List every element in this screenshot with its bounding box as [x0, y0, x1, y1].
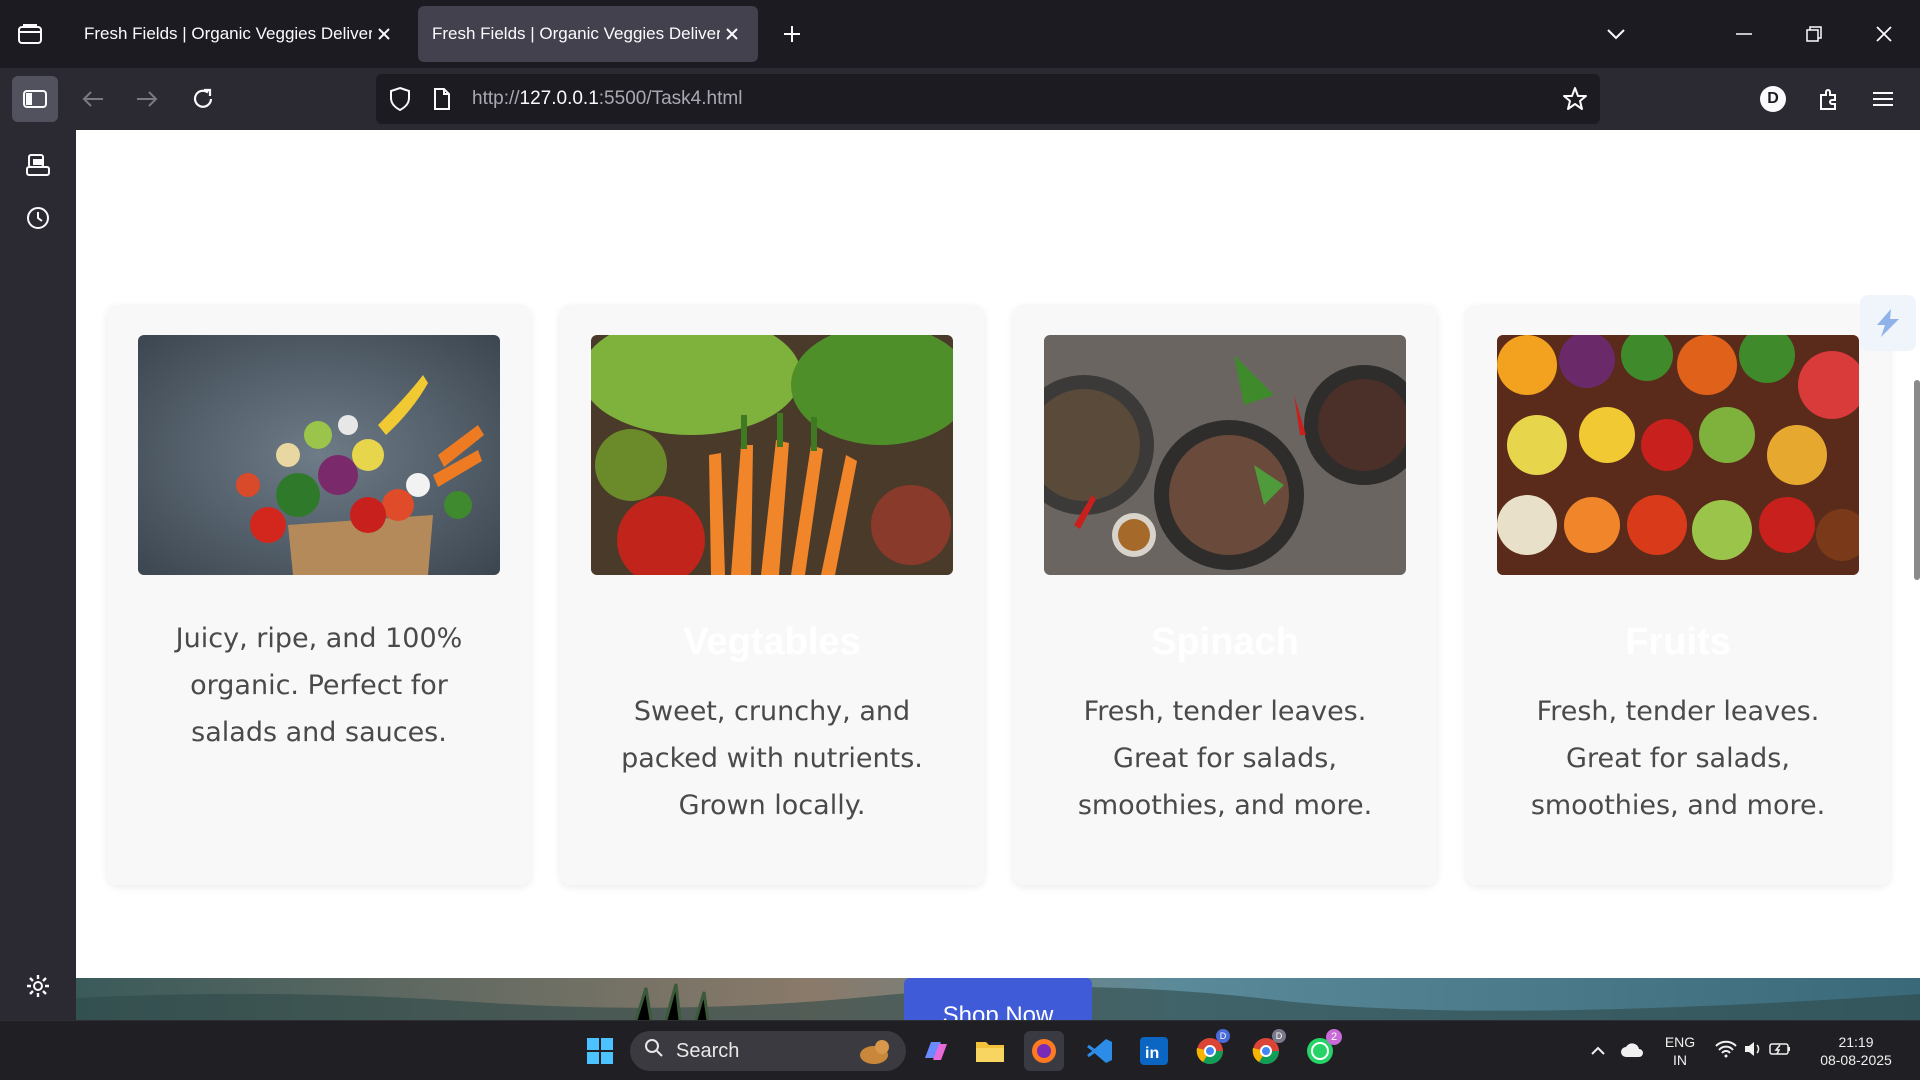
back-arrow-icon[interactable] — [70, 76, 116, 122]
url-scheme: http:// — [472, 88, 520, 109]
list-all-tabs-chevron-icon[interactable] — [1594, 12, 1638, 56]
language-code: ENG — [1664, 1034, 1696, 1050]
search-icon — [644, 1038, 664, 1064]
browser-tab-active[interactable]: Fresh Fields | Organic Veggies Delivered — [418, 6, 758, 62]
chrome-profile-badge: D — [1216, 1029, 1230, 1043]
page-info-icon[interactable] — [432, 87, 452, 116]
url-host: 127.0.0.1 — [519, 88, 599, 109]
product-card: Spinach Fresh, tender leaves. Great for … — [1013, 305, 1437, 885]
history-clock-icon[interactable] — [18, 198, 58, 238]
browser-tab[interactable]: Fresh Fields | Organic Veggies Delivered — [70, 6, 410, 62]
taskbar-search-box[interactable]: Search — [630, 1031, 906, 1071]
region-code: IN — [1673, 1052, 1687, 1068]
restore-icon[interactable] — [1792, 12, 1836, 56]
file-explorer-icon[interactable] — [970, 1031, 1010, 1071]
url-text: http://127.0.0.1:5500/Task4.html — [472, 88, 742, 110]
windows-taskbar: Search in D D 2 ENG IN 21:19 08-08-2025 — [0, 1020, 1920, 1080]
reload-icon[interactable] — [180, 76, 226, 122]
search-highlight-cat-icon — [856, 1037, 892, 1071]
chrome-profile-icon[interactable]: D — [1190, 1029, 1230, 1071]
onedrive-cloud-icon[interactable] — [1612, 1031, 1652, 1071]
forward-arrow-icon[interactable] — [124, 76, 170, 122]
firefox-taskbar-icon[interactable] — [1024, 1031, 1064, 1071]
search-label: Search — [676, 1039, 740, 1062]
card-heading: Spinach — [1151, 621, 1299, 663]
tracking-protection-shield-icon[interactable] — [388, 86, 412, 117]
market-vegetables-image — [591, 335, 953, 575]
close-window-icon[interactable] — [1862, 12, 1906, 56]
extension-overlay-icon[interactable] — [1860, 295, 1916, 351]
sidebar-toggle-icon[interactable] — [12, 76, 58, 122]
address-bar[interactable]: http://127.0.0.1:5500/Task4.html — [376, 74, 1600, 124]
page-viewport: Juicy, ripe, and 100% organic. Perfect f… — [76, 130, 1920, 1020]
page-scrollbar[interactable] — [1914, 380, 1920, 580]
url-path: :5500/Task4.html — [598, 88, 743, 109]
linkedin-icon[interactable]: in — [1134, 1031, 1174, 1071]
quick-settings-tray[interactable] — [1708, 1031, 1798, 1071]
card-description: Fresh, tender leaves. Great for salads, … — [1077, 696, 1373, 821]
assorted-fruits-image — [1497, 335, 1859, 575]
card-description: Juicy, ripe, and 100% organic. Perfect f… — [175, 623, 463, 748]
product-card: Juicy, ripe, and 100% organic. Perfect f… — [107, 305, 531, 885]
svg-text:in: in — [1145, 1045, 1159, 1062]
tab-close-icon[interactable] — [720, 22, 744, 46]
clock-time: 21:19 — [1838, 1034, 1874, 1050]
tab-strip: Fresh Fields | Organic Veggies Delivered… — [0, 0, 1920, 68]
tab-title: Fresh Fields | Organic Veggies Delivered — [432, 24, 720, 43]
extensions-puzzle-icon[interactable] — [1806, 76, 1852, 122]
sidebar-settings-gear-icon[interactable] — [18, 966, 58, 1006]
windows-start-icon[interactable] — [580, 1031, 620, 1071]
product-card: Fruits Fresh, tender leaves. Great for s… — [1466, 305, 1890, 885]
bookmark-star-icon[interactable] — [1562, 86, 1588, 117]
copilot-icon[interactable] — [916, 1031, 956, 1071]
grocery-bag-vegetables-image — [138, 335, 500, 575]
whatsapp-icon[interactable]: 2 — [1300, 1029, 1342, 1071]
card-description: Fresh, tender leaves. Great for salads, … — [1530, 696, 1826, 821]
card-heading: Vegtables — [683, 621, 861, 663]
new-tab-plus-icon[interactable] — [772, 14, 812, 54]
product-card: Vegtables Sweet, crunchy, and packed wit… — [560, 305, 984, 885]
tab-close-icon[interactable] — [372, 22, 396, 46]
menu-hamburger-icon[interactable] — [1860, 76, 1906, 122]
input-language-indicator[interactable]: ENG IN — [1660, 1033, 1700, 1069]
tab-title: Fresh Fields | Organic Veggies Delivered — [84, 24, 372, 43]
synced-tabs-icon[interactable] — [18, 146, 58, 186]
plated-dishes-image — [1044, 335, 1406, 575]
shop-now-button[interactable]: Shop Now — [904, 978, 1092, 1020]
card-heading: Fruits — [1625, 621, 1731, 663]
whatsapp-unread-badge: 2 — [1326, 1029, 1342, 1045]
clock-date: 08-08-2025 — [1820, 1052, 1892, 1068]
navigation-toolbar: http://127.0.0.1:5500/Task4.html D — [0, 68, 1920, 130]
volume-icon — [1743, 1040, 1763, 1063]
browser-sidebar — [0, 130, 76, 1020]
avatar-initial: D — [1760, 86, 1786, 112]
firefox-view-icon[interactable] — [10, 14, 50, 54]
chrome-profile-badge: D — [1272, 1029, 1286, 1043]
vscode-icon[interactable] — [1080, 1031, 1120, 1071]
battery-charging-icon — [1769, 1042, 1791, 1061]
account-avatar[interactable]: D — [1750, 76, 1796, 122]
wifi-icon — [1715, 1040, 1737, 1063]
chrome-profile-icon[interactable]: D — [1246, 1029, 1286, 1071]
minimize-icon[interactable] — [1722, 12, 1766, 56]
card-description: Sweet, crunchy, and packed with nutrient… — [621, 696, 923, 821]
clock[interactable]: 21:19 08-08-2025 — [1806, 1033, 1906, 1069]
